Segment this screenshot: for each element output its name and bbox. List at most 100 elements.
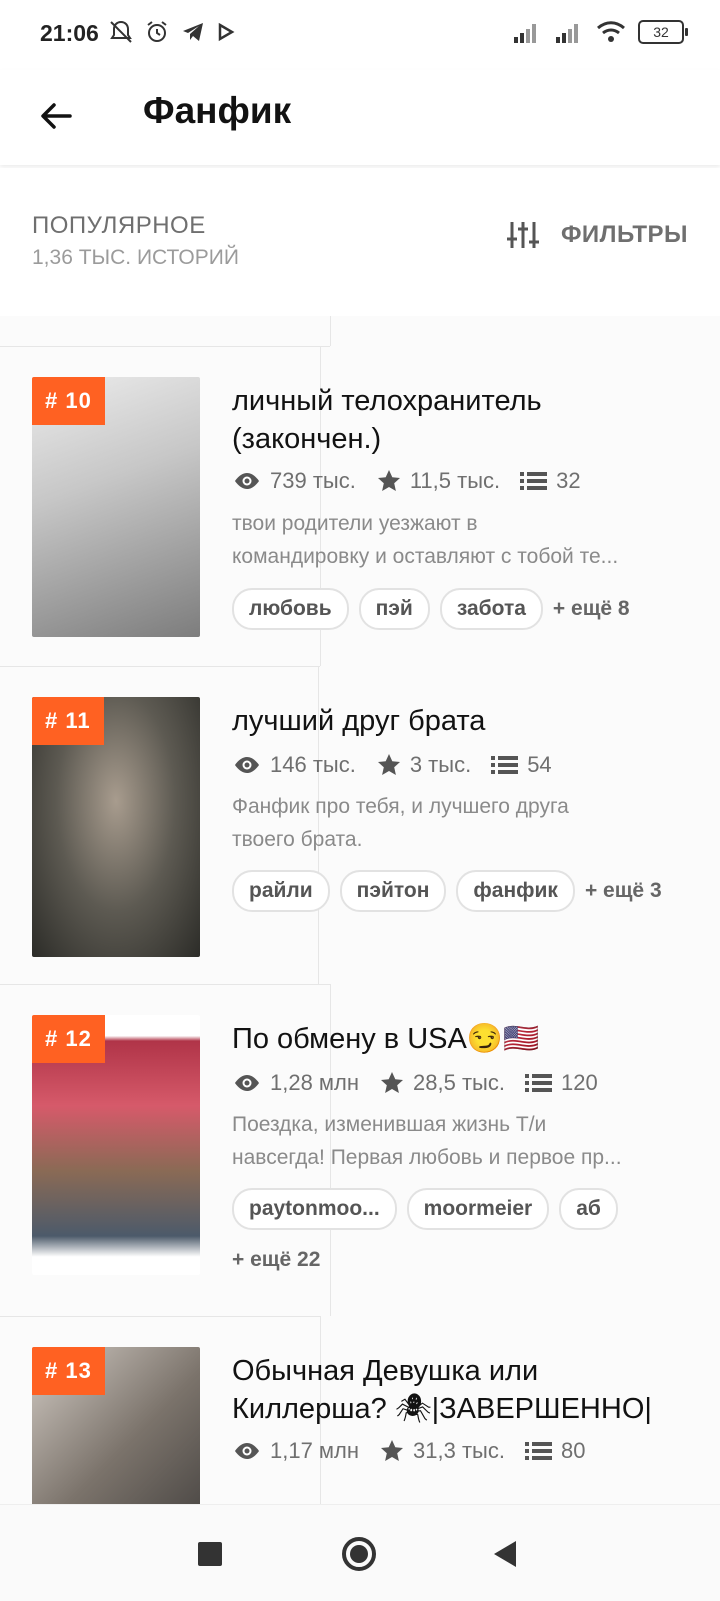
tag-list: paytonmoo... moormeier аб + ещё 22 bbox=[232, 1188, 702, 1280]
star-icon bbox=[381, 1440, 404, 1461]
recents-button[interactable] bbox=[198, 1542, 222, 1566]
story-cover[interactable]: # 13 bbox=[32, 1347, 200, 1504]
description-line: Поездка, изменившая жизнь Т/и bbox=[232, 1113, 547, 1136]
description-line: твои родители уезжают в bbox=[232, 512, 478, 535]
tag-chip[interactable]: аб bbox=[559, 1188, 618, 1230]
views-stat: 1,28 млн bbox=[232, 1070, 359, 1096]
rank-badge: # 10 bbox=[32, 377, 105, 425]
wifi-icon bbox=[597, 21, 625, 42]
alarm-icon bbox=[147, 21, 167, 42]
story-description: твои родители уезжают в командировку и о… bbox=[232, 507, 690, 573]
votes-stat: 11,5 тыс. bbox=[376, 468, 500, 494]
story-stats: 1,28 млн 28,5 тыс. 120 bbox=[232, 1070, 618, 1096]
rank-badge: # 12 bbox=[32, 1015, 105, 1063]
views-stat: 1,17 млн bbox=[232, 1438, 359, 1464]
description-line: командировку и оставляют с тобой те... bbox=[232, 545, 619, 568]
tag-chip[interactable]: пэй bbox=[358, 588, 430, 630]
story-title[interactable]: лучший друг брата bbox=[232, 702, 692, 740]
more-tags[interactable]: + ещё 3 bbox=[585, 871, 662, 911]
story-list[interactable]: # 10 личный телохранитель (закончен.) 73… bbox=[0, 316, 720, 1504]
star-icon bbox=[377, 470, 400, 491]
list-icon bbox=[520, 472, 548, 490]
votes-count: 31,3 тыс. bbox=[413, 1438, 505, 1463]
parts-count: 32 bbox=[556, 468, 581, 493]
sort-filter-bar: ПОПУЛЯРНОЕ 1,36 ТЫС. ИСТОРИЙ ФИЛЬТРЫ bbox=[0, 168, 720, 316]
parts-count: 54 bbox=[527, 752, 552, 777]
filters-button[interactable]: ФИЛЬТРЫ bbox=[506, 220, 688, 250]
tag-chip[interactable]: пэйтон bbox=[339, 870, 447, 912]
story-stats: 146 тыс. 3 тыс. 54 bbox=[232, 752, 572, 778]
sliders-icon bbox=[506, 222, 539, 248]
sort-label[interactable]: ПОПУЛЯРНОЕ bbox=[32, 212, 206, 240]
more-tags[interactable]: + ещё 8 bbox=[553, 589, 630, 629]
title-line: Обычная Девушка или bbox=[232, 1355, 539, 1387]
system-nav-bar bbox=[0, 1504, 720, 1601]
views-count: 739 тыс. bbox=[270, 468, 356, 493]
filters-label: ФИЛЬТРЫ bbox=[560, 221, 688, 248]
rank-badge: # 11 bbox=[32, 697, 104, 745]
status-icons-left bbox=[108, 19, 236, 45]
views-stat: 146 тыс. bbox=[232, 752, 356, 778]
play-store-icon bbox=[218, 22, 235, 42]
system-back-button[interactable] bbox=[494, 1541, 516, 1567]
status-time: 21:06 bbox=[40, 20, 99, 46]
story-description: Фанфик про тебя, и лучшего друга твоего … bbox=[232, 790, 690, 856]
votes-count: 3 тыс. bbox=[409, 752, 472, 777]
tag-chip[interactable]: забота bbox=[439, 588, 543, 630]
tag-chip[interactable]: moormeier bbox=[406, 1188, 550, 1230]
telegram-icon bbox=[183, 23, 203, 41]
story-card[interactable]: # 12 По обмену в USA😏🇺🇸 1,28 млн 28,5 ты… bbox=[0, 984, 720, 1316]
eye-icon bbox=[235, 1443, 259, 1459]
divider bbox=[330, 316, 331, 346]
story-description: Поездка, изменившая жизнь Т/и навсегда! … bbox=[232, 1108, 690, 1174]
views-stat: 739 тыс. bbox=[232, 468, 356, 494]
more-tags[interactable]: + ещё 22 bbox=[232, 1240, 320, 1280]
status-icons-right: 32 bbox=[512, 20, 688, 44]
description-line: навсегда! Первая любовь и первое пр... bbox=[232, 1146, 622, 1169]
views-count: 146 тыс. bbox=[270, 752, 356, 777]
signal-icon-2 bbox=[556, 24, 578, 43]
back-button[interactable] bbox=[30, 90, 82, 142]
story-cover[interactable]: # 12 bbox=[32, 1015, 200, 1275]
parts-stat: 32 bbox=[520, 468, 581, 494]
eye-icon bbox=[235, 473, 259, 489]
home-button[interactable] bbox=[342, 1537, 376, 1571]
story-count: 1,36 ТЫС. ИСТОРИЙ bbox=[32, 246, 239, 269]
votes-stat: 3 тыс. bbox=[376, 752, 471, 778]
signal-icon bbox=[514, 24, 536, 43]
list-icon bbox=[491, 756, 519, 774]
story-card[interactable]: # 13 Обычная Девушка или Киллерша? 🕷|ЗАВ… bbox=[0, 1316, 720, 1504]
eye-icon bbox=[235, 757, 259, 773]
parts-count: 80 bbox=[560, 1438, 586, 1463]
title-line: Киллерша? 🕷|ЗАВЕРШЕННО| bbox=[232, 1393, 652, 1425]
tag-chip[interactable]: фанфик bbox=[456, 870, 575, 912]
story-title[interactable]: личный телохранитель (закончен.) bbox=[232, 382, 692, 458]
star-icon bbox=[381, 1072, 404, 1093]
story-card[interactable]: # 11 лучший друг брата 146 тыс. 3 тыс. 5… bbox=[0, 666, 720, 984]
votes-stat: 28,5 тыс. bbox=[379, 1070, 505, 1096]
tag-list: райли пэйтон фанфик + ещё 3 bbox=[232, 870, 702, 912]
votes-count: 11,5 тыс. bbox=[409, 468, 501, 493]
battery-icon: 32 bbox=[638, 20, 688, 44]
tag-chip[interactable]: любовь bbox=[232, 588, 349, 630]
story-card[interactable]: # 10 личный телохранитель (закончен.) 73… bbox=[0, 346, 720, 666]
tag-list: любовь пэй забота + ещё 8 bbox=[232, 588, 702, 630]
status-bar: 21:06 32 bbox=[0, 0, 720, 70]
tag-chip[interactable]: paytonmoo... bbox=[232, 1188, 397, 1230]
back-arrow-icon bbox=[41, 103, 72, 129]
views-count: 1,17 млн bbox=[270, 1438, 360, 1463]
story-title[interactable]: По обмену в USA😏🇺🇸 bbox=[232, 1020, 692, 1058]
star-icon bbox=[377, 754, 400, 775]
parts-count: 120 bbox=[560, 1070, 598, 1095]
story-cover[interactable]: # 10 bbox=[32, 377, 200, 637]
story-cover[interactable]: # 11 bbox=[32, 697, 200, 957]
parts-stat: 54 bbox=[491, 752, 552, 778]
tag-chip[interactable]: райли bbox=[232, 870, 330, 912]
parts-stat: 120 bbox=[524, 1070, 598, 1096]
story-stats: 1,17 млн 31,3 тыс. 80 bbox=[232, 1438, 605, 1464]
description-line: Фанфик про тебя, и лучшего друга bbox=[232, 795, 569, 818]
app-bar: Фанфик bbox=[0, 70, 720, 165]
eye-icon bbox=[235, 1075, 259, 1091]
list-icon bbox=[524, 1442, 552, 1460]
story-title[interactable]: Обычная Девушка или Киллерша? 🕷|ЗАВЕРШЕН… bbox=[232, 1352, 692, 1428]
